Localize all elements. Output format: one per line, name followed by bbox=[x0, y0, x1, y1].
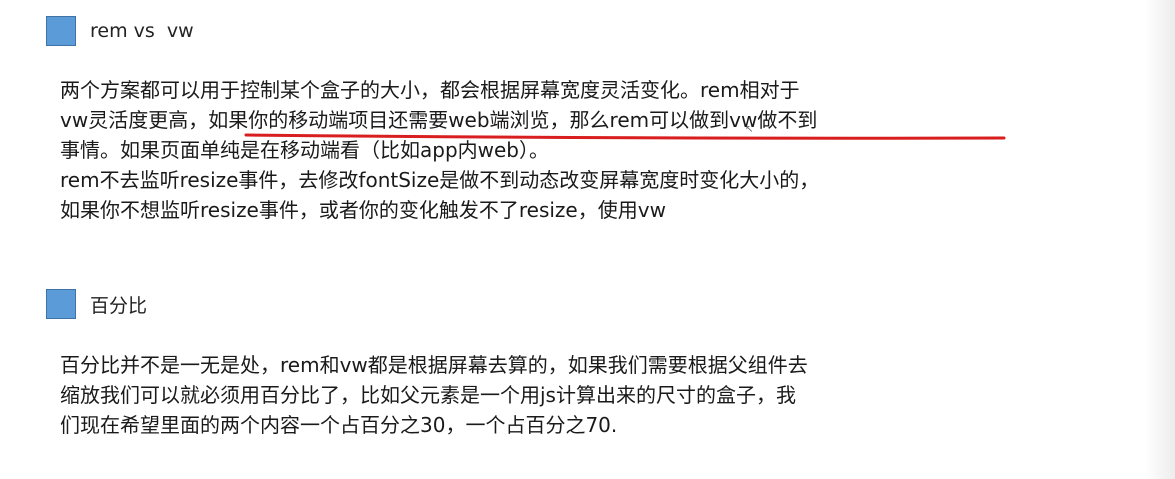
paragraph-line: 缩放我们可以就必须用百分比了，比如父元素是一个用js计算出来的尺寸的盒子，我 bbox=[60, 383, 796, 407]
section-title: 百分比 bbox=[90, 294, 148, 317]
paragraph-line: 们现在希望里面的两个内容一个占百分之30，一个占百分之70. bbox=[60, 413, 618, 437]
paragraph-percentage: 百分比并不是一无是处，rem和vw都是根据屏幕去算的，如果我们需要根据父组件去 … bbox=[60, 350, 808, 440]
section-title: rem vs vw bbox=[90, 20, 194, 42]
right-edge-shade bbox=[1145, 0, 1175, 479]
heading-bullet-square bbox=[46, 16, 76, 46]
paragraph-line: vw灵活度更高，如果你的移动端项目还需要web端浏览，那么rem可以做到vw做不… bbox=[60, 108, 818, 132]
heading-bullet-square bbox=[46, 289, 76, 319]
paragraph-line: 如果你不想监听resize事件，或者你的变化触发不了resize，使用vw bbox=[60, 198, 666, 222]
paragraph-line: 事情。如果页面单纯是在移动端看（比如app内web）。 bbox=[60, 138, 550, 162]
paragraph-rem-vs-vw: 两个方案都可以用于控制某个盒子的大小，都会根据屏幕宽度灵活变化。rem相对于 v… bbox=[60, 75, 819, 225]
paragraph-line: rem不去监听resize事件，去修改fontSize是做不到动态改变屏幕宽度时… bbox=[60, 168, 820, 192]
section-heading-rem-vs-vw: rem vs vw bbox=[46, 16, 194, 46]
paragraph-line: 两个方案都可以用于控制某个盒子的大小，都会根据屏幕宽度灵活变化。rem相对于 bbox=[60, 78, 800, 102]
section-heading-percentage: 百分比 bbox=[46, 289, 147, 319]
paragraph-line: 百分比并不是一无是处，rem和vw都是根据屏幕去算的，如果我们需要根据父组件去 bbox=[60, 353, 808, 377]
mouse-cursor-icon: ↖ bbox=[745, 124, 754, 135]
